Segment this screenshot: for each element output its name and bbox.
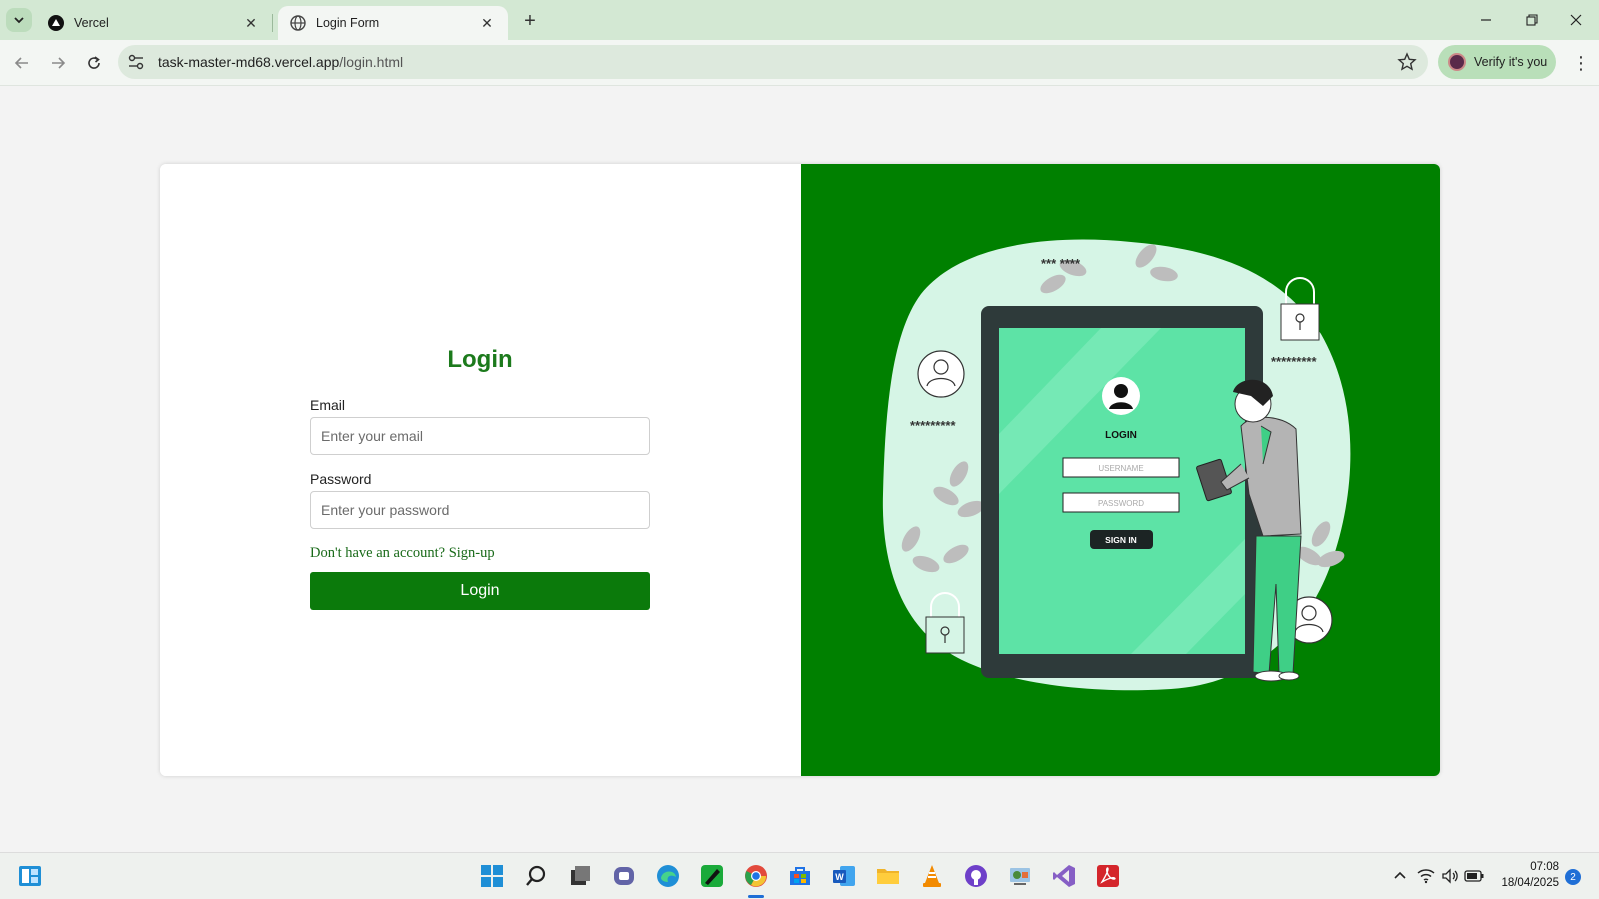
browser-tab-strip: Vercel ✕ Login Form ✕ + <box>0 0 1599 40</box>
clock-date: 18/04/2025 <box>1501 877 1559 889</box>
login-illustration: LOGIN USERNAME PASSWORD SIGN IN *** ****… <box>882 239 1351 691</box>
tab-vercel[interactable]: Vercel ✕ <box>36 6 272 40</box>
forward-button[interactable] <box>44 49 72 77</box>
more-menu-icon[interactable]: ⋮ <box>1567 49 1595 77</box>
active-app-indicator <box>748 895 764 898</box>
tab-divider <box>272 14 273 32</box>
github-icon[interactable] <box>962 862 990 890</box>
svg-text:W: W <box>835 872 844 882</box>
reload-button[interactable] <box>80 49 108 77</box>
bookmark-star-icon[interactable] <box>1396 51 1418 73</box>
login-title: Login <box>447 346 513 373</box>
illustration-panel: LOGIN USERNAME PASSWORD SIGN IN *** ****… <box>801 164 1440 776</box>
tab-search-button[interactable] <box>6 8 32 32</box>
tab-title: Vercel <box>74 16 109 30</box>
windows-taskbar: W 07:08 18/04/2025 2 <box>0 852 1599 899</box>
visual-studio-icon[interactable] <box>1050 862 1078 890</box>
close-tab-icon[interactable]: ✕ <box>242 14 260 32</box>
edge-icon[interactable] <box>654 862 682 890</box>
chevron-down-icon <box>14 17 24 24</box>
address-bar[interactable]: task-master-md68.vercel.app/login.html <box>118 45 1428 79</box>
screen-signin-label: SIGN IN <box>1105 535 1137 545</box>
site-settings-icon[interactable] <box>126 52 146 72</box>
notification-badge[interactable]: 2 <box>1565 869 1581 885</box>
verify-identity-chip[interactable]: Verify it's you <box>1438 45 1556 79</box>
password-field[interactable] <box>310 491 650 529</box>
login-card: Login Email Password Don't have an accou… <box>160 164 1440 776</box>
email-label: Email <box>310 397 346 413</box>
search-icon[interactable] <box>522 862 550 890</box>
store-icon[interactable] <box>786 862 814 890</box>
vercel-icon <box>48 15 64 31</box>
user-bubble-icon <box>917 350 965 398</box>
pen-app-icon[interactable] <box>698 862 726 890</box>
teams-icon[interactable] <box>610 862 638 890</box>
minimize-icon[interactable] <box>1463 0 1509 40</box>
url-path: /login.html <box>339 54 404 70</box>
control-panel-icon[interactable] <box>1006 862 1034 890</box>
masked-password-text: ********* <box>910 418 956 433</box>
acrobat-icon[interactable] <box>1094 862 1122 890</box>
back-arrow-icon <box>14 57 28 69</box>
reload-icon <box>88 56 100 69</box>
task-view-icon[interactable] <box>566 862 594 890</box>
email-field[interactable] <box>310 417 650 455</box>
url-domain: task-master-md68.vercel.app <box>158 54 340 70</box>
url-text: task-master-md68.vercel.app/login.html <box>158 54 403 70</box>
padlock-icon <box>1280 277 1320 341</box>
signup-link[interactable]: Don't have an account? Sign-up <box>310 545 495 562</box>
start-icon[interactable] <box>478 862 506 890</box>
system-clock[interactable]: 07:08 18/04/2025 <box>1495 859 1559 891</box>
forward-arrow-icon <box>52 57 66 69</box>
close-tab-icon[interactable]: ✕ <box>478 14 496 32</box>
clock-time: 07:08 <box>1530 861 1559 873</box>
screen-login-heading: LOGIN <box>1105 430 1137 441</box>
new-tab-button[interactable]: + <box>518 9 542 33</box>
globe-icon <box>290 15 306 31</box>
word-icon[interactable]: W <box>830 862 858 890</box>
avatar <box>1448 53 1466 71</box>
chevron-up-icon[interactable] <box>1386 862 1414 890</box>
widgets-icon[interactable] <box>16 862 44 890</box>
login-form-panel: Login Email Password Don't have an accou… <box>160 164 801 776</box>
browser-toolbar: task-master-md68.vercel.app/login.html V… <box>0 40 1599 86</box>
close-window-icon[interactable] <box>1553 0 1599 40</box>
screen-username-placeholder: USERNAME <box>1098 464 1143 473</box>
masked-password-text: ********* <box>1271 354 1317 369</box>
verify-label: Verify it's you <box>1474 55 1548 69</box>
vlc-icon[interactable] <box>918 862 946 890</box>
screen-password-placeholder: PASSWORD <box>1098 499 1144 508</box>
file-explorer-icon[interactable] <box>874 862 902 890</box>
restore-icon[interactable] <box>1509 0 1555 40</box>
chrome-icon[interactable] <box>742 862 770 890</box>
masked-password-text: *** **** <box>1041 256 1081 271</box>
tab-login-form[interactable]: Login Form ✕ <box>278 6 508 40</box>
battery-icon[interactable] <box>1460 862 1488 890</box>
password-label: Password <box>310 471 372 487</box>
login-button[interactable]: Login <box>310 572 650 610</box>
back-button[interactable] <box>8 49 36 77</box>
tab-title: Login Form <box>316 16 380 30</box>
